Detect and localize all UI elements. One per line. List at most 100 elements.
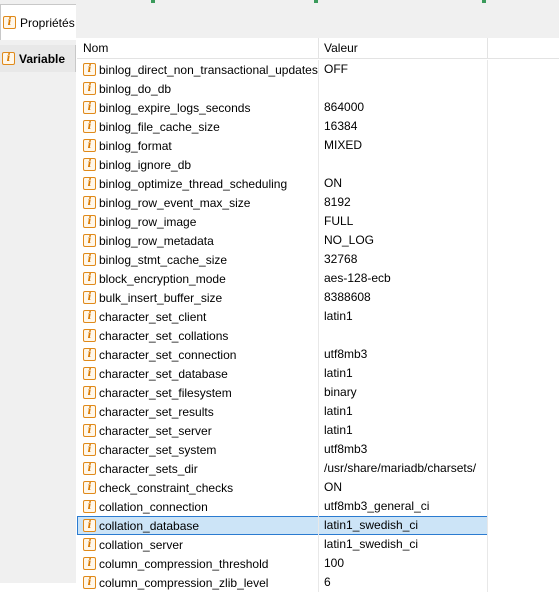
variable-name-cell: i binlog_ignore_db [83, 155, 191, 174]
variable-name: column_compression_threshold [99, 556, 269, 571]
column-divider [318, 421, 319, 440]
column-divider [318, 288, 319, 307]
info-icon: i [83, 348, 96, 361]
table-row[interactable]: i character_set_client latin1 [77, 307, 559, 326]
table-row[interactable]: i collation_server latin1_swedish_ci [77, 535, 559, 554]
table-row[interactable]: i collation_database latin1_swedish_ci [77, 516, 488, 535]
variable-name-cell: i character_set_system [83, 440, 216, 459]
table-row[interactable]: i block_encryption_mode aes-128-ecb [77, 269, 559, 288]
variable-name: binlog_file_cache_size [99, 119, 220, 134]
variable-name-cell: i character_set_server [83, 421, 212, 440]
column-divider [487, 516, 488, 535]
table-row[interactable]: i check_constraint_checks ON [77, 478, 559, 497]
column-divider [487, 440, 488, 459]
variable-name-cell: i block_encryption_mode [83, 269, 226, 288]
column-divider [487, 307, 488, 326]
variable-name-cell: i character_sets_dir [83, 459, 198, 478]
column-divider[interactable] [318, 38, 319, 58]
column-divider [487, 174, 488, 193]
variable-name-cell: i binlog_row_metadata [83, 231, 214, 250]
table-row[interactable]: i binlog_row_event_max_size 8192 [77, 193, 559, 212]
info-icon: i [83, 443, 96, 456]
variable-name-cell: i check_constraint_checks [83, 478, 233, 497]
table-row[interactable]: i character_set_system utf8mb3 [77, 440, 559, 459]
variable-name: binlog_row_event_max_size [99, 195, 251, 210]
column-divider [318, 60, 319, 79]
variable-value: ON [324, 176, 342, 190]
variable-name-cell: i binlog_optimize_thread_scheduling [83, 174, 287, 193]
variable-name: character_set_server [99, 423, 212, 438]
variable-name: binlog_optimize_thread_scheduling [99, 176, 288, 191]
variable-value: latin1 [324, 366, 353, 380]
table-row[interactable]: i column_compression_threshold 100 [77, 554, 559, 573]
table-row[interactable]: i bulk_insert_buffer_size 8388608 [77, 288, 559, 307]
column-divider [318, 155, 319, 174]
variable-name: character_set_collations [99, 328, 229, 343]
column-divider [318, 364, 319, 383]
info-icon: i [83, 101, 96, 114]
table-row[interactable]: i character_set_filesystem binary [77, 383, 559, 402]
variable-name-cell: i collation_database [83, 516, 199, 535]
variable-value: /usr/share/mariadb/charsets/ [324, 461, 477, 475]
info-icon: i [83, 272, 96, 285]
variable-value: latin1_swedish_ci [324, 537, 419, 551]
info-icon: i [2, 52, 15, 65]
column-divider [318, 402, 319, 421]
column-divider [487, 231, 488, 250]
table-row[interactable]: i binlog_ignore_db [77, 155, 559, 174]
table-row[interactable]: i collation_connection utf8mb3_general_ci [77, 497, 559, 516]
column-divider [318, 231, 319, 250]
table-row[interactable]: i binlog_expire_logs_seconds 864000 [77, 98, 559, 117]
variables-grid[interactable]: Nom Valeur i binlog_direct_non_transactio… [77, 38, 559, 592]
table-row[interactable]: i binlog_file_cache_size 16384 [77, 117, 559, 136]
column-divider [487, 364, 488, 383]
variable-name: binlog_stmt_cache_size [99, 252, 228, 267]
column-header-name[interactable]: Nom [83, 38, 108, 58]
column-divider [487, 497, 488, 516]
column-divider [487, 250, 488, 269]
variable-value: latin1 [324, 423, 353, 437]
variable-value: utf8mb3 [324, 442, 368, 456]
variable-name: block_encryption_mode [99, 271, 226, 286]
column-divider [318, 554, 319, 573]
table-row[interactable]: i character_set_connection utf8mb3 [77, 345, 559, 364]
info-icon: i [83, 120, 96, 133]
variable-value: 100 [324, 556, 345, 570]
variable-value: utf8mb3 [324, 347, 368, 361]
table-row[interactable]: i binlog_direct_non_transactional_updates… [77, 60, 559, 79]
table-row[interactable]: i character_set_collations [77, 326, 559, 345]
variable-name: character_set_system [99, 442, 217, 457]
column-header-value[interactable]: Valeur [324, 38, 358, 58]
variable-name: character_set_filesystem [99, 385, 232, 400]
table-row[interactable]: i character_set_server latin1 [77, 421, 559, 440]
info-icon: i [3, 16, 16, 29]
column-divider [318, 440, 319, 459]
table-row[interactable]: i character_set_results latin1 [77, 402, 559, 421]
variable-name-cell: i character_set_client [83, 307, 206, 326]
tab-label: Variable [19, 51, 66, 66]
tab-variable[interactable]: i Variable [0, 45, 76, 72]
table-row[interactable]: i binlog_row_image FULL [77, 212, 559, 231]
table-row[interactable]: i binlog_stmt_cache_size 32768 [77, 250, 559, 269]
table-row[interactable]: i character_sets_dir/usr/share/mariadb/ch… [77, 459, 559, 478]
info-icon: i [83, 405, 96, 418]
column-divider [318, 478, 319, 497]
variable-name-cell: i character_set_collations [83, 326, 228, 345]
table-row[interactable]: i binlog_format MIXED [77, 136, 559, 155]
variable-name-cell: i collation_server [83, 535, 183, 554]
top-toolbar-strip [0, 0, 559, 38]
table-row[interactable]: i binlog_optimize_thread_scheduling ON [77, 174, 559, 193]
column-divider [487, 269, 488, 288]
info-icon: i [83, 82, 96, 95]
toolbar-marker [482, 0, 486, 3]
variable-name-cell: i binlog_expire_logs_seconds [83, 98, 250, 117]
table-row[interactable]: i binlog_row_metadata NO_LOG [77, 231, 559, 250]
table-row[interactable]: i character_set_database latin1 [77, 364, 559, 383]
variable-value: NO_LOG [324, 233, 375, 247]
variable-name: character_set_results [99, 404, 214, 419]
column-divider [318, 497, 319, 516]
tab-label: Propriétés [20, 15, 75, 30]
table-row[interactable]: i binlog_do_db [77, 79, 559, 98]
column-divider[interactable] [487, 38, 488, 58]
tab-proprietes[interactable]: i Propriétés [0, 4, 76, 40]
